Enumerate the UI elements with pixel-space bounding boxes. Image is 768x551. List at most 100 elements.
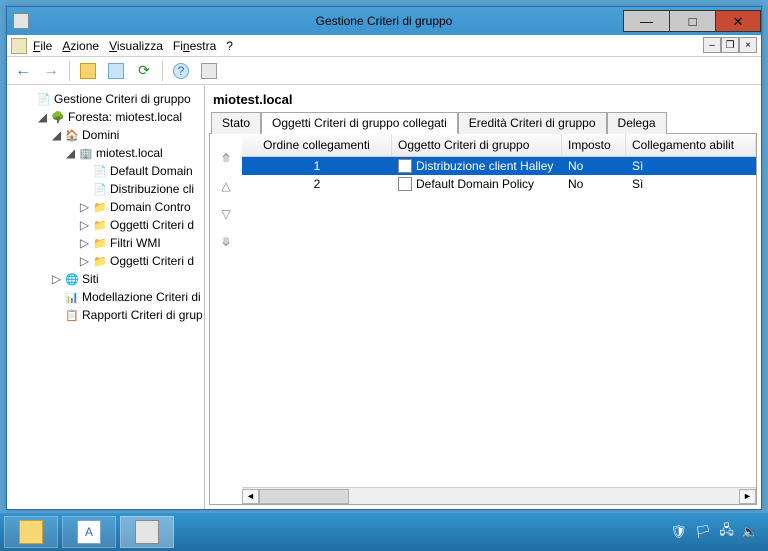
tree-item-domain-controllers[interactable]: ▷📁Domain Contro [79, 198, 204, 216]
minimize-button[interactable]: — [623, 10, 669, 32]
menu-view[interactable]: Visualizza [109, 39, 163, 53]
properties-button[interactable] [104, 59, 128, 83]
menu-action[interactable]: Azione [62, 39, 99, 53]
mdi-minimize-button[interactable]: – [703, 37, 721, 53]
taskbar-gpmc[interactable] [120, 516, 174, 548]
tree-item-wmi-filters[interactable]: ▷📁Filtri WMI [79, 234, 204, 252]
tree-reports[interactable]: 📋Rapporti Criteri di grup [51, 306, 204, 324]
network-tray-icon[interactable]: 🖧 [719, 521, 734, 543]
col-linkenabled[interactable]: Collegamento abilit [626, 134, 756, 156]
tree-domain[interactable]: ◢🏢miotest.local [65, 144, 204, 162]
tab-linked-gpos[interactable]: Oggetti Criteri di gruppo collegati [261, 112, 458, 134]
tree-root-label: Gestione Criteri di gruppo [54, 92, 191, 106]
tree-reports-label: Rapporti Criteri di grup [82, 308, 203, 322]
horizontal-scrollbar[interactable]: ◄ ► [242, 487, 756, 504]
sites-icon: 🌐 [64, 271, 80, 287]
col-order[interactable]: Ordine collegamenti [242, 134, 392, 156]
gpmc-icon [135, 520, 159, 544]
mdi-controls: – ❐ × [703, 37, 757, 53]
tree-domain-label: miotest.local [96, 146, 163, 160]
cell-enforced: No [562, 159, 626, 173]
modeling-icon: 📊 [64, 289, 80, 305]
tree-domains-label: Domini [82, 128, 119, 142]
wordpad-icon: A [77, 520, 101, 544]
tab-stato[interactable]: Stato [211, 112, 261, 134]
table-row[interactable]: 2 Default Domain Policy No Sì [242, 175, 756, 193]
tab-inheritance[interactable]: Eredità Criteri di gruppo [458, 112, 607, 134]
domain-icon: 🏢 [78, 145, 94, 161]
tree-item-gpo-objects[interactable]: ▷📁Oggetti Criteri d [79, 216, 204, 234]
back-button[interactable]: ← [11, 59, 35, 83]
tree-item-label: Domain Contro [110, 200, 191, 214]
volume-tray-icon[interactable]: 🔈 [742, 524, 758, 540]
linked-gpo-grid[interactable]: Ordine collegamenti Oggetto Criteri di g… [242, 134, 756, 504]
tree-pane[interactable]: 📄Gestione Criteri di gruppo ◢🌳Foresta: m… [7, 86, 205, 509]
back-arrow-icon: ← [15, 62, 31, 80]
reports-icon: 📋 [64, 307, 80, 323]
folder-icon [19, 520, 43, 544]
forward-button[interactable]: → [39, 59, 63, 83]
mdi-close-button[interactable]: × [739, 37, 757, 53]
system-tray[interactable]: 🛡 🏳 🖧 🔈 [670, 521, 764, 543]
up-button[interactable] [76, 59, 100, 83]
move-up-button[interactable]: △ [216, 176, 236, 196]
close-button[interactable]: ✕ [715, 10, 761, 32]
refresh-icon: ⟳ [138, 62, 150, 79]
menu-file[interactable]: FFileile [33, 39, 52, 53]
main-window: Gestione Criteri di gruppo — □ ✕ FFileil… [6, 6, 762, 510]
help-icon: ? [173, 63, 189, 79]
titlebar[interactable]: Gestione Criteri di gruppo — □ ✕ [7, 7, 761, 35]
folder-icon: 📁 [92, 253, 108, 269]
cell-linkenabled: Sì [626, 159, 756, 173]
tree-sites-label: Siti [82, 272, 99, 286]
scroll-left-button[interactable]: ◄ [242, 489, 259, 504]
cell-order: 2 [242, 177, 392, 191]
menu-help[interactable]: ? [226, 39, 233, 53]
scroll-track[interactable] [259, 489, 739, 504]
tree-forest[interactable]: ◢🌳Foresta: miotest.local [37, 108, 204, 126]
tree-domains[interactable]: ◢🏠Domini [51, 126, 204, 144]
security-tray-icon[interactable]: 🛡 [670, 524, 687, 540]
tab-delegation[interactable]: Delega [607, 112, 667, 134]
scroll-right-button[interactable]: ► [739, 489, 756, 504]
help-button[interactable]: ? [169, 59, 193, 83]
scroll-thumb[interactable] [259, 489, 349, 504]
tree-sites[interactable]: ▷🌐Siti [51, 270, 204, 288]
tree-item-label: Oggetti Criteri d [110, 218, 194, 232]
gpmc-icon: 📄 [36, 91, 52, 107]
tree-forest-label: Foresta: miotest.local [68, 110, 182, 124]
cell-order: 1 [242, 159, 392, 173]
forest-icon: 🌳 [50, 109, 66, 125]
show-button[interactable] [197, 59, 221, 83]
folder-up-icon [80, 63, 96, 79]
toolbar-separator [69, 61, 70, 81]
action-center-flag-icon[interactable]: 🏳 [695, 524, 712, 540]
tree-item-distribuzione[interactable]: 📄Distribuzione cli [79, 180, 204, 198]
mdi-restore-button[interactable]: ❐ [721, 37, 739, 53]
taskbar[interactable]: A 🛡 🏳 🖧 🔈 [0, 513, 768, 551]
col-enforced[interactable]: Imposto [562, 134, 626, 156]
move-top-button[interactable]: ⤊ [216, 148, 236, 168]
client-area: 📄Gestione Criteri di gruppo ◢🌳Foresta: m… [7, 86, 761, 509]
tree-modeling[interactable]: 📊Modellazione Criteri di [51, 288, 204, 306]
forward-arrow-icon: → [43, 62, 59, 80]
gpo-link-icon [398, 177, 412, 191]
tree-item-default-domain-policy[interactable]: 📄Default Domain [79, 162, 204, 180]
col-gpo[interactable]: Oggetto Criteri di gruppo [392, 134, 562, 156]
taskbar-explorer[interactable] [4, 516, 58, 548]
tree-item-label: Oggetti Criteri d [110, 254, 194, 268]
grid-body[interactable]: 1 Distribuzione client Halley No Sì 2 De… [242, 157, 756, 487]
menu-window[interactable]: Finestra [173, 39, 216, 53]
tree-item-starter-gpos[interactable]: ▷📁Oggetti Criteri d [79, 252, 204, 270]
table-row[interactable]: 1 Distribuzione client Halley No Sì [242, 157, 756, 175]
content-title: miotest.local [205, 86, 761, 111]
taskbar-wordpad[interactable]: A [62, 516, 116, 548]
tree: 📄Gestione Criteri di gruppo ◢🌳Foresta: m… [9, 90, 204, 324]
move-down-button[interactable]: ▽ [216, 204, 236, 224]
maximize-button[interactable]: □ [669, 10, 715, 32]
move-bottom-button[interactable]: ⤋ [216, 232, 236, 252]
tree-root[interactable]: 📄Gestione Criteri di gruppo [23, 90, 204, 108]
cell-gpo: Distribuzione client Halley [392, 159, 562, 173]
window-icon [201, 63, 217, 79]
refresh-button[interactable]: ⟳ [132, 59, 156, 83]
